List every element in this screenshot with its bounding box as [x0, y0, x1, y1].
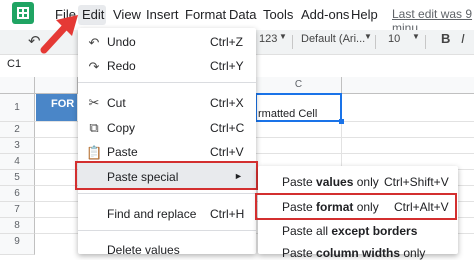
menu-addons[interactable]: Add-ons: [301, 7, 349, 23]
select-all-corner[interactable]: [0, 77, 35, 94]
cut-icon: ✂: [88, 95, 100, 110]
menu-item-redo[interactable]: Redo: [107, 59, 136, 73]
label-part: Paste: [282, 246, 317, 260]
menu-edit[interactable]: Edit: [82, 7, 104, 23]
row-header[interactable]: 1: [0, 94, 35, 122]
row-header[interactable]: 4: [0, 154, 35, 170]
label-bold-part: values: [316, 175, 354, 189]
number-format-button[interactable]: 123: [259, 33, 277, 45]
undo-shortcut: Ctrl+Z: [210, 35, 243, 49]
paste-shortcut: Ctrl+V: [210, 145, 244, 159]
label-bold-part: except borders: [331, 224, 418, 238]
chevron-down-icon: ▼: [364, 32, 372, 41]
cut-shortcut: Ctrl+X: [210, 96, 244, 110]
paste-format-highlight: [255, 193, 457, 220]
italic-button[interactable]: I: [461, 31, 465, 46]
paste-icon: 📋: [86, 145, 103, 160]
find-replace-shortcut: Ctrl+H: [210, 207, 245, 221]
menu-insert[interactable]: Insert: [146, 7, 179, 23]
menu-divider: [78, 230, 256, 231]
toolbar-divider: [292, 35, 293, 49]
chevron-down-icon: ▼: [279, 32, 287, 41]
copy-shortcut: Ctrl+C: [210, 121, 245, 135]
column-header-a[interactable]: [35, 77, 78, 94]
row-header[interactable]: 9: [0, 234, 35, 255]
redo-icon: ↷: [88, 59, 100, 74]
label-part: only: [400, 246, 426, 260]
undo-icon: ↶: [88, 35, 100, 50]
edit-menu: ↶ Undo Ctrl+Z ↷ Redo Ctrl+Y ✂ Cut Ctrl+X…: [78, 28, 256, 257]
menu-item-delete-values[interactable]: Delete values: [107, 243, 180, 257]
label-bold-part: column widths: [316, 246, 401, 260]
menu-data[interactable]: Data: [229, 7, 256, 23]
menu-tools[interactable]: Tools: [263, 7, 293, 23]
toolbar-divider: [375, 35, 376, 49]
copy-icon: ⧉: [89, 120, 99, 135]
menu-item-paste[interactable]: Paste: [107, 145, 138, 159]
pointer-arrow-icon: [40, 15, 78, 54]
name-box[interactable]: C1: [7, 58, 21, 70]
menu-view[interactable]: View: [113, 7, 141, 23]
column-header-c[interactable]: C: [256, 77, 342, 94]
menu-item-paste-all-except-borders[interactable]: Paste all except borders: [282, 224, 417, 238]
menu-help[interactable]: Help: [351, 7, 378, 23]
menu-item-paste-column-widths-only[interactable]: Paste column widths only: [282, 246, 425, 260]
redo-shortcut: Ctrl+Y: [210, 59, 244, 73]
cell-c1-text: rmatted Cell: [258, 108, 318, 120]
label-part: only: [353, 175, 379, 189]
cell-a1[interactable]: FOR: [36, 94, 77, 121]
toolbar-divider: [425, 35, 426, 49]
menu-item-cut[interactable]: Cut: [107, 96, 126, 110]
row-header[interactable]: 8: [0, 218, 35, 234]
column-header-d[interactable]: [342, 77, 474, 94]
font-size-select[interactable]: 10: [388, 33, 400, 45]
cell-a1-text: FOR: [51, 98, 75, 110]
menu-format[interactable]: Format: [185, 7, 226, 23]
row-header[interactable]: 6: [0, 186, 35, 202]
bold-button[interactable]: B: [441, 31, 450, 46]
label-part: Paste: [282, 175, 317, 189]
menu-item-undo[interactable]: Undo: [107, 35, 136, 49]
menu-divider: [78, 82, 256, 83]
menu-divider: [78, 193, 256, 194]
fill-handle[interactable]: [339, 119, 344, 124]
label-part: Paste all: [282, 224, 332, 238]
paste-values-shortcut: Ctrl+Shift+V: [384, 175, 449, 189]
row-header[interactable]: 7: [0, 202, 35, 218]
row-header[interactable]: 3: [0, 138, 35, 154]
menu-item-find-replace[interactable]: Find and replace: [107, 207, 196, 221]
font-select[interactable]: Default (Ari...: [301, 33, 365, 45]
sheets-logo-icon[interactable]: [12, 2, 34, 24]
row-header[interactable]: 2: [0, 122, 35, 138]
paste-special-highlight: [75, 161, 258, 190]
row-header[interactable]: 5: [0, 170, 35, 186]
menu-item-copy[interactable]: Copy: [107, 121, 135, 135]
menu-item-paste-values-only[interactable]: Paste values only: [282, 175, 379, 189]
chevron-down-icon: ▼: [412, 32, 420, 41]
